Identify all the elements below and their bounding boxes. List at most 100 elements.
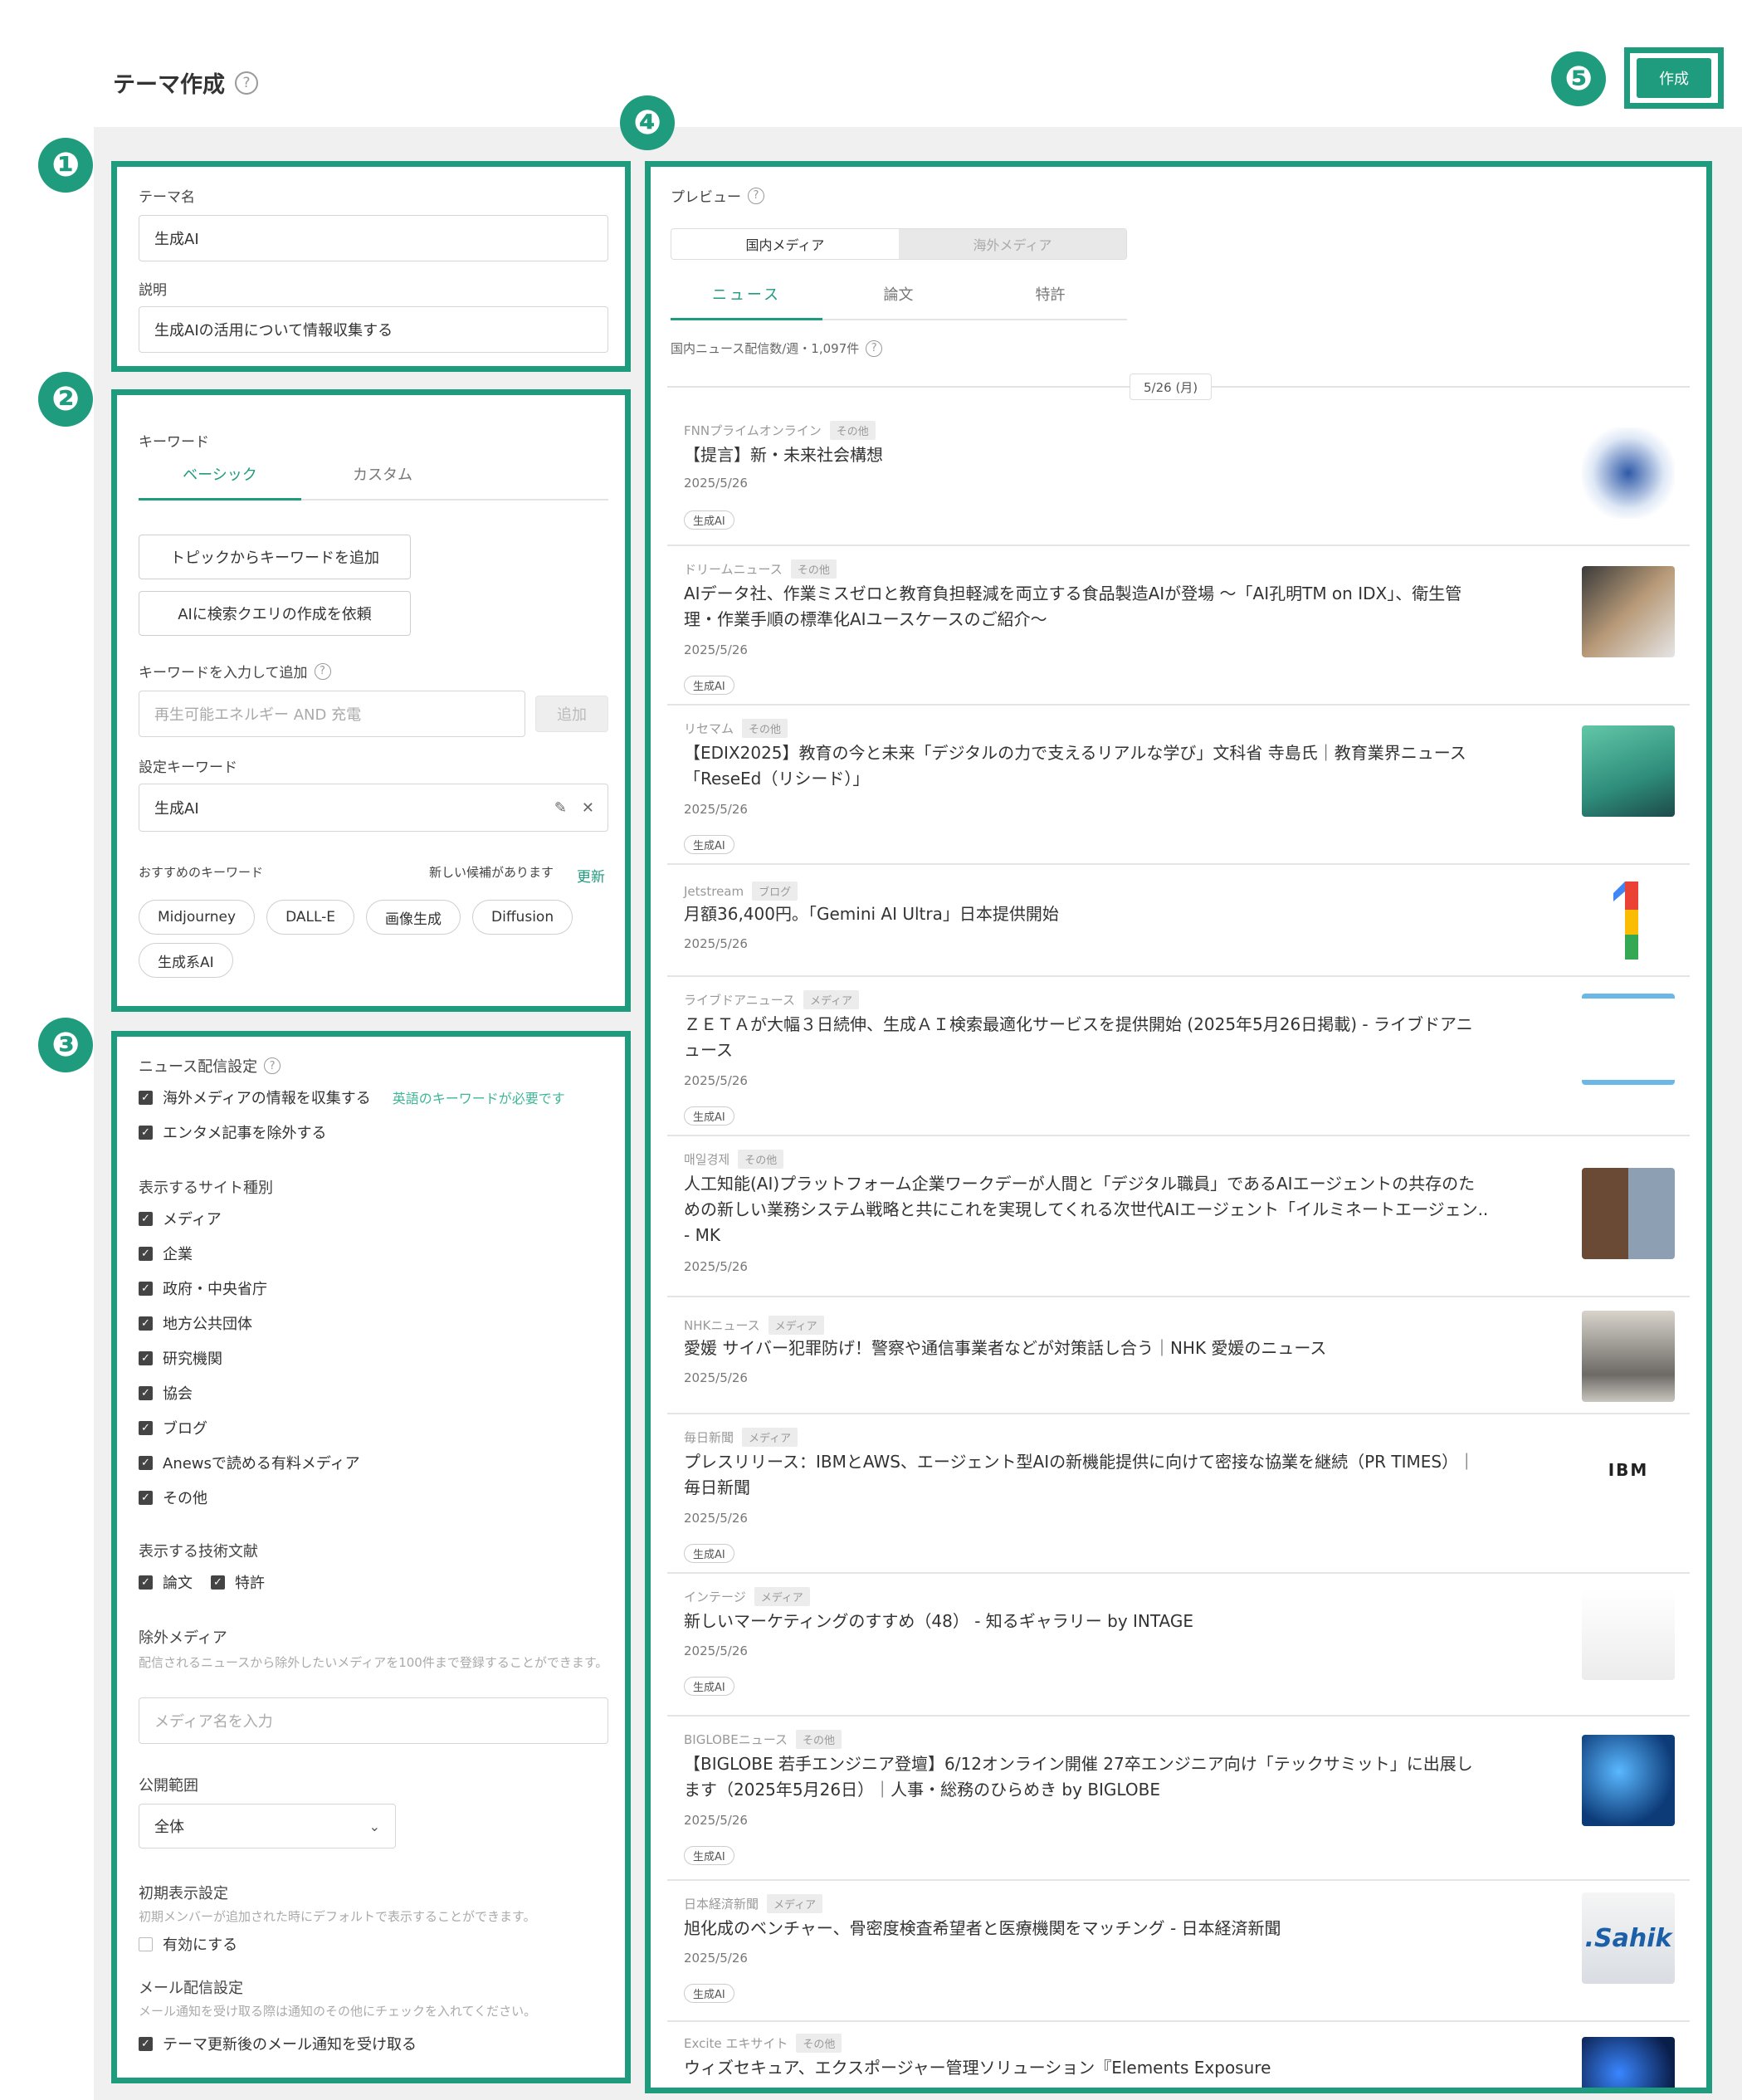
site-type-option[interactable]: ✓ 協会	[139, 1382, 193, 1404]
tab-custom[interactable]: カスタム	[301, 463, 464, 499]
scope-select[interactable]: 全体 ⌄	[139, 1804, 396, 1848]
help-icon[interactable]: ?	[866, 339, 883, 357]
update-link[interactable]: 更新	[577, 865, 605, 886]
tech-option-patent[interactable]: 特許	[235, 1571, 265, 1593]
annotation-badge-5: ❺	[1551, 51, 1606, 106]
news-item[interactable]: 毎日新聞 メディア プレスリリース：IBMとAWS、エージェント型AIの新機能提供…	[667, 1414, 1690, 1574]
checkbox-checked-icon[interactable]: ✓	[139, 1420, 153, 1435]
close-icon[interactable]: ✕	[582, 799, 594, 817]
news-item[interactable]: BIGLOBEニュース その他 【BIGLOBE 若手エンジニア登壇】6/12オン…	[667, 1717, 1690, 1881]
help-icon[interactable]: ?	[748, 187, 764, 204]
tab-patents[interactable]: 特許	[974, 283, 1126, 319]
checkbox-checked-icon[interactable]: ✓	[139, 1316, 153, 1331]
keyword-chip[interactable]: DALL-E	[266, 900, 355, 935]
news-item[interactable]: ドリームニュース その他 AIデータ社、作業ミスゼロと教育負担軽減を両立する食品製…	[667, 546, 1690, 706]
news-item[interactable]: ライブドアニュース メディア ＺＥＴＡが大幅３日続伸、生成ＡＩ検索最適化サービスを…	[667, 977, 1690, 1136]
news-item[interactable]: 매일경제 その他 人工知能(AI)プラットフォーム企業ワークデーが人間と「デジタル…	[667, 1136, 1690, 1297]
keyword-chip[interactable]: Midjourney	[139, 900, 256, 935]
checkbox-checked-icon[interactable]: ✓	[211, 1575, 225, 1590]
help-icon[interactable]: ?	[314, 662, 331, 680]
checkbox-checked-icon[interactable]: ✓	[139, 1575, 153, 1590]
news-title[interactable]: 新しいマーケティングのすすめ（48） - 知るギャラリー by INTAGE	[684, 1609, 1489, 1634]
news-thumbnail	[1582, 427, 1675, 519]
news-title[interactable]: 愛媛 サイバー犯罪防げ！警察や通信事業者などが対策話し合う｜NHK 愛媛のニュー…	[684, 1336, 1489, 1361]
news-source: ライブドアニュース メディア	[684, 990, 860, 1009]
news-item[interactable]: FNNプライムオンライン その他 【提言】新・未来社会構想 2025/5/26 生…	[667, 414, 1690, 546]
checkbox-checked-icon[interactable]: ✓	[139, 1490, 153, 1505]
set-keyword-field[interactable]: 生成AI ✎ ✕	[139, 784, 608, 832]
segment-domestic[interactable]: 国内メディア	[671, 229, 899, 259]
checkbox-unchecked-icon[interactable]	[139, 1936, 153, 1951]
news-item[interactable]: 日本経済新聞 メディア 旭化成のベンチャー、骨密度検査希望者と医療機関をマッチング…	[667, 1881, 1690, 2022]
news-title[interactable]: 月額36,400円。「Gemini AI Ultra」日本提供開始	[684, 901, 1489, 927]
news-title[interactable]: プレスリリース：IBMとAWS、エージェント型AIの新機能提供に向けて密接な協業…	[684, 1449, 1489, 1501]
description-input[interactable]: 生成AIの活用について情報収集する	[139, 306, 608, 353]
enable-initial-row[interactable]: 有効にする	[139, 1933, 237, 1955]
checkbox-checked-icon[interactable]: ✓	[139, 1125, 153, 1140]
news-item[interactable]: NHKニュース メディア 愛媛 サイバー犯罪防げ！警察や通信事業者などが対策話し合…	[667, 1297, 1690, 1414]
news-count: 国内ニュース配信数/週・1,097件 ?	[671, 339, 883, 357]
news-item[interactable]: リセマム その他 【EDIX2025】教育の今と未来「デジタルの力で支えるリアルな…	[667, 706, 1690, 865]
news-date: 2025/5/26	[684, 1813, 748, 1828]
news-title[interactable]: 人工知能(AI)プラットフォーム企業ワークデーが人間と「デジタル職員」であるAI…	[684, 1171, 1489, 1248]
news-item[interactable]: インテージ メディア 新しいマーケティングのすすめ（48） - 知るギャラリー b…	[667, 1574, 1690, 1717]
news-source: 매일경제 その他	[684, 1150, 784, 1169]
create-button[interactable]: 作成	[1637, 58, 1711, 98]
news-title[interactable]: 【BIGLOBE 若手エンジニア登壇】6/12オンライン開催 27卒エンジニア向…	[684, 1751, 1489, 1803]
news-thumbnail	[1582, 1589, 1675, 1680]
news-source: リセマム その他	[684, 719, 788, 738]
tab-papers[interactable]: 論文	[822, 283, 974, 319]
site-type-option[interactable]: ✓ ブログ	[139, 1417, 207, 1438]
tech-option-paper[interactable]: 論文	[163, 1571, 193, 1593]
site-type-option[interactable]: ✓ メディア	[139, 1208, 222, 1229]
exclude-entertainment-row[interactable]: ✓ エンタメ記事を除外する	[139, 1121, 326, 1143]
news-title[interactable]: ＺＥＴＡが大幅３日続伸、生成ＡＩ検索最適化サービスを提供開始 (2025年5月2…	[684, 1012, 1489, 1063]
news-thumbnail	[1582, 566, 1675, 657]
site-type-option[interactable]: ✓ 地方公共団体	[139, 1312, 252, 1334]
news-title[interactable]: ウィズセキュア、エクスポージャー管理ソリューション『Elements Expos…	[684, 2055, 1489, 2081]
theme-name-input[interactable]: 生成AI	[139, 215, 608, 261]
keyword-chip[interactable]: 生成系AI	[139, 943, 233, 978]
exclude-media-input[interactable]: メディア名を入力	[139, 1697, 608, 1744]
checkbox-checked-icon[interactable]: ✓	[139, 1211, 153, 1226]
site-type-text: 企業	[163, 1246, 193, 1263]
checkbox-checked-icon[interactable]: ✓	[139, 1350, 153, 1365]
mail-receive-row[interactable]: ✓ テーマ更新後のメール通知を受け取る	[139, 2033, 417, 2054]
tab-basic[interactable]: ベーシック	[139, 463, 301, 501]
news-item[interactable]: Jetstream ブログ 月額36,400円。「Gemini AI Ultra」…	[667, 865, 1690, 977]
site-type-text: Anewsで読める有料メディア	[163, 1455, 360, 1472]
ask-ai-button[interactable]: AIに検索クエリの作成を依頼	[139, 591, 411, 636]
segment-overseas[interactable]: 海外メディア	[899, 229, 1126, 259]
news-date: 2025/5/26	[684, 1643, 748, 1658]
checkbox-checked-icon[interactable]: ✓	[139, 1246, 153, 1261]
keyword-chip[interactable]: 画像生成	[366, 900, 461, 935]
help-icon[interactable]: ?	[264, 1057, 281, 1074]
checkbox-checked-icon[interactable]: ✓	[139, 1281, 153, 1296]
news-title[interactable]: 【提言】新・未来社会構想	[684, 442, 1489, 468]
tab-news[interactable]: ニュース	[671, 283, 822, 320]
news-date: 2025/5/26	[684, 1951, 748, 1966]
help-icon[interactable]: ?	[235, 71, 258, 95]
theme-name-label: テーマ名	[139, 189, 195, 206]
checkbox-checked-icon[interactable]: ✓	[139, 1455, 153, 1470]
news-item[interactable]: Excite エキサイト その他 ウィズセキュア、エクスポージャー管理ソリューショ…	[667, 2022, 1690, 2088]
edit-icon[interactable]: ✎	[554, 799, 567, 817]
collect-overseas-row[interactable]: ✓ 海外メディアの情報を収集する 英語のキーワードが必要です	[139, 1087, 565, 1108]
site-type-option[interactable]: ✓ Anewsで読める有料メディア	[139, 1452, 360, 1473]
checkbox-checked-icon[interactable]: ✓	[139, 2036, 153, 2051]
keyword-input[interactable]: 再生可能エネルギー AND 充電	[139, 691, 525, 737]
news-title[interactable]: AIデータ社、作業ミスゼロと教育負担軽減を両立する食品製造AIが登場 ～「AI孔…	[684, 581, 1489, 632]
checkbox-checked-icon[interactable]: ✓	[139, 1090, 153, 1105]
site-type-option[interactable]: ✓ その他	[139, 1487, 207, 1508]
checkbox-checked-icon[interactable]: ✓	[139, 1385, 153, 1400]
news-title[interactable]: 【EDIX2025】教育の今と未来「デジタルの力で支えるリアルな学び」文科省 寺…	[684, 740, 1489, 792]
keyword-chip[interactable]: Diffusion	[472, 900, 573, 935]
site-type-option[interactable]: ✓ 政府・中央省庁	[139, 1277, 267, 1299]
page-title-text: テーマ作成	[113, 72, 225, 98]
news-title[interactable]: 旭化成のベンチャー、骨密度検査希望者と医療機関をマッチング - 日本経済新聞	[684, 1916, 1489, 1941]
site-type-option[interactable]: ✓ 研究機関	[139, 1347, 222, 1369]
site-type-option[interactable]: ✓ 企業	[139, 1243, 193, 1264]
preview-tabs: ニュース 論文 特許	[671, 283, 1127, 320]
add-from-topic-button[interactable]: トピックからキーワードを追加	[139, 535, 411, 579]
add-keyword-button[interactable]: 追加	[535, 696, 608, 732]
